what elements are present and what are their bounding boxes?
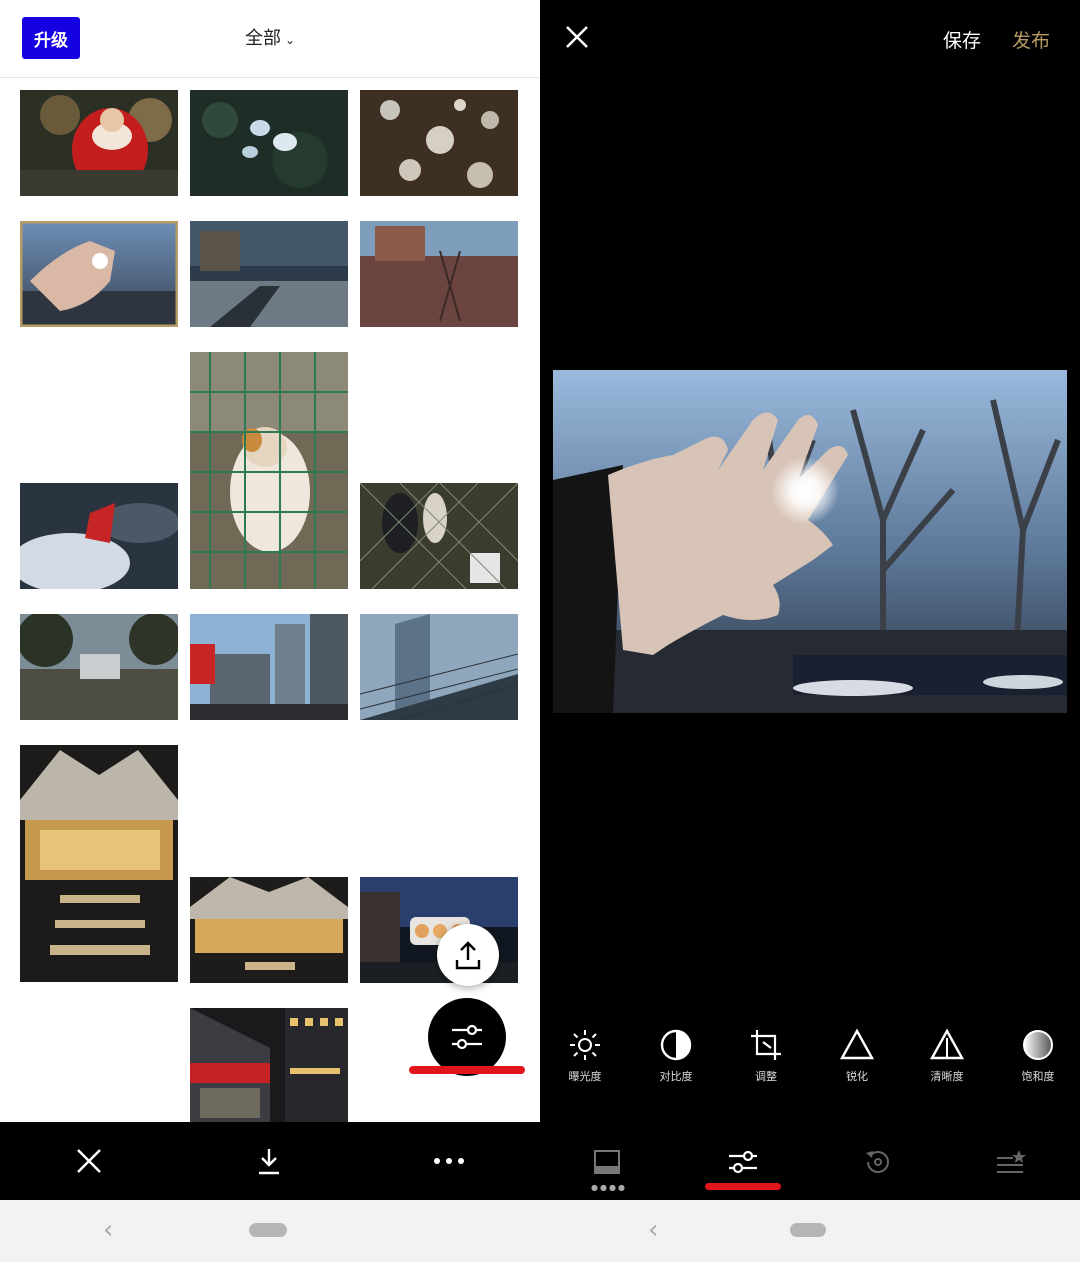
gallery-screen: 升级 全部 ⌄ ‹ [0,0,540,1262]
clarity-icon [930,1028,964,1060]
tool-label: 调整 [755,1070,777,1083]
album-filter-label: 全部 [244,28,281,49]
tool-adjust[interactable]: 调整 [726,1028,806,1084]
active-tab-underline [705,1183,781,1190]
crop-icon [751,1030,781,1060]
thumbnail-leaves-ice[interactable] [190,90,348,196]
download-icon [259,1149,279,1175]
close-button[interactable] [49,1122,129,1200]
nav-back-icon[interactable]: ‹ [103,1215,113,1245]
tool-label: 饱和度 [1021,1070,1055,1083]
thumbnail-cat-fence[interactable] [190,352,348,589]
close-icon [566,26,588,48]
highlight-underline [409,1066,525,1074]
system-nav-bar: ‹ [0,1200,540,1262]
publish-button[interactable]: 发布 [1012,26,1050,53]
nav-back-icon[interactable]: ‹ [648,1215,658,1245]
exposure-icon [570,1030,600,1060]
sliders-icon [452,1024,482,1050]
nav-home-pill[interactable] [249,1223,287,1237]
recipes-icon [997,1150,1026,1173]
thumbnail-glass-tower[interactable] [360,614,518,720]
album-filter-dropdown[interactable]: 全部 ⌄ [0,24,540,50]
thumbnail-park[interactable] [20,614,178,720]
tool-contrast[interactable]: 对比度 [636,1028,716,1084]
tool-label: 曝光度 [568,1070,602,1083]
thumbnail-buildings[interactable] [190,614,348,720]
download-button[interactable] [229,1122,309,1200]
tab-history[interactable] [848,1142,908,1182]
tab-presets[interactable] [577,1142,637,1182]
tool-saturation[interactable]: 饱和度 [998,1028,1078,1084]
thumbnail-fence-people[interactable] [360,483,518,589]
share-icon [455,941,481,970]
thumbnail-street-shadows[interactable] [190,221,348,327]
gallery-bottom-bar [0,1122,540,1200]
sharpen-icon [840,1028,874,1060]
saturation-icon [1023,1030,1053,1060]
nav-home-pill[interactable] [790,1223,826,1237]
tab-recipes[interactable] [981,1142,1041,1182]
chevron-down-icon: ⌄ [284,33,296,47]
system-nav-bar: ‹ [540,1200,1080,1262]
editor-close-button[interactable] [564,24,590,54]
more-icon [434,1158,464,1164]
editing-photo [553,370,1067,713]
thumbnail-tent-night[interactable] [20,745,178,982]
tool-sharpen[interactable]: 锐化 [817,1028,897,1084]
tool-label: 对比度 [659,1070,693,1083]
tool-clarity[interactable]: 清晰度 [907,1028,987,1084]
edit-button[interactable] [428,998,506,1076]
tools-icon [729,1150,757,1174]
more-button[interactable] [409,1122,489,1200]
thumbnail-tent-night-2[interactable] [190,877,348,983]
thumbnail-shop-night[interactable] [190,1008,348,1122]
header-divider [0,77,540,78]
presets-icon [594,1150,620,1174]
presets-dots: ●●●● [591,1183,627,1192]
tool-label: 锐化 [846,1070,868,1083]
share-button[interactable] [437,924,499,986]
thumbnail-santa-toys[interactable] [20,90,178,196]
editor-screen: 保存 发布 曝光度 对比度 调整 锐化 清晰度 饱和度 ●●●● ‹ [540,0,1080,1262]
tab-tools[interactable] [713,1142,773,1182]
thumbnail-red-flag-snow[interactable] [20,483,178,589]
thumbnail-snowy-ground[interactable] [360,90,518,196]
history-icon [866,1151,889,1173]
close-icon [77,1149,101,1173]
save-button[interactable]: 保存 [943,26,981,53]
thumbnail-brick-wall[interactable] [360,221,518,327]
tool-exposure[interactable]: 曝光度 [545,1028,625,1084]
thumbnail-hand-sun[interactable] [20,221,178,327]
contrast-icon [660,1029,692,1061]
tool-label: 清晰度 [930,1070,964,1083]
